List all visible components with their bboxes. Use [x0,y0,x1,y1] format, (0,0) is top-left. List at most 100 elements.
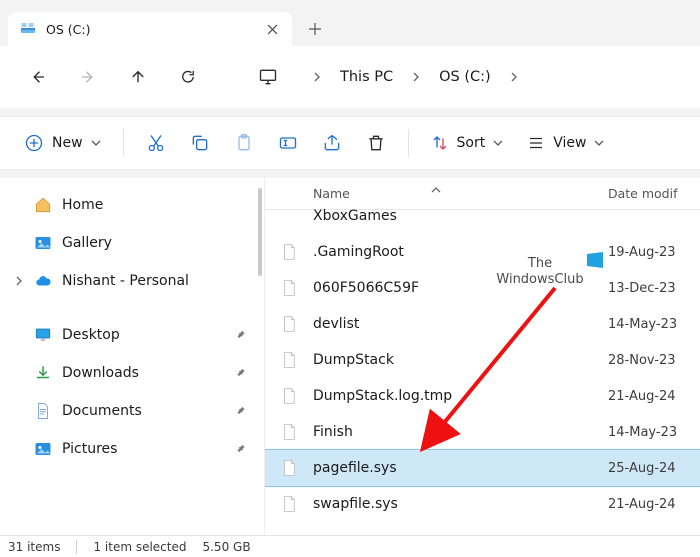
sidebar-item-gallery[interactable]: Gallery [8,224,258,262]
file-icon [265,314,313,334]
sidebar-item-label: Home [62,197,103,213]
rename-button[interactable] [268,123,308,163]
sort-label: Sort [457,135,486,151]
file-row[interactable]: devlist14-May-23 [265,306,700,342]
sidebar-item-documents[interactable]: Documents [8,392,258,430]
file-row[interactable]: pagefile.sys25-Aug-24 [265,450,700,486]
delete-button[interactable] [356,123,396,163]
file-date: 14-May-23 [608,425,700,440]
pin-icon[interactable] [236,329,248,341]
file-date: 14-May-23 [608,317,700,332]
file-date: 13-Dec-23 [608,281,700,296]
download-icon [34,364,52,382]
sidebar-item-pictures[interactable]: Pictures [8,430,258,468]
file-date: 19-Aug-23 [608,245,700,260]
column-date[interactable]: Date modif [608,186,700,201]
cut-button[interactable] [136,123,176,163]
chevron-down-icon [91,138,101,148]
main-content: Home Gallery Nishant - Personal Desktop [0,178,700,535]
breadcrumb-this-pc[interactable]: This PC [334,65,399,89]
breadcrumb-os-c[interactable]: OS (C:) [433,65,497,89]
new-button[interactable]: New [14,123,111,163]
windows-logo-icon [587,252,603,268]
chevron-down-icon [594,138,604,148]
chevron-right-icon[interactable] [405,72,427,82]
navigation-pane: Home Gallery Nishant - Personal Desktop [0,178,265,535]
chevron-down-icon [493,138,503,148]
file-icon [265,386,313,406]
file-rows: XboxGames15-Sep-23.GamingRoot19-Aug-2306… [265,198,700,522]
file-row[interactable]: XboxGames15-Sep-23 [265,198,700,234]
breadcrumb: This PC OS (C:) [306,65,525,89]
pin-icon[interactable] [236,443,248,455]
file-icon [265,458,313,478]
sidebar-item-desktop[interactable]: Desktop [8,316,258,354]
view-button[interactable]: View [517,123,614,163]
file-date: 21-Aug-24 [608,497,700,512]
file-date: 25-Aug-24 [608,461,700,476]
share-button[interactable] [312,123,352,163]
file-row[interactable]: Finish14-May-23 [265,414,700,450]
column-name-label: Name [313,186,350,201]
status-selected: 1 item selected [93,540,186,554]
divider [123,129,124,157]
file-row[interactable]: DumpStack.log.tmp21-Aug-24 [265,378,700,414]
gallery-icon [34,234,52,252]
pin-icon[interactable] [236,405,248,417]
sidebar-item-label: Pictures [62,441,117,457]
sidebar-item-label: Nishant - Personal [62,273,189,289]
sidebar-item-home[interactable]: Home [8,186,258,224]
back-button[interactable] [18,57,58,97]
chevron-right-icon[interactable] [306,72,328,82]
status-size: 5.50 GB [202,540,250,554]
scrollbar-thumb[interactable] [258,188,262,276]
sort-button[interactable]: Sort [421,123,514,163]
status-bar: 31 items 1 item selected 5.50 GB [0,535,700,557]
tab-os-c[interactable]: OS (C:) [8,12,292,46]
column-name[interactable]: Name [265,186,608,201]
paste-button[interactable] [224,123,264,163]
sidebar-item-label: Documents [62,403,142,419]
watermark-line1: The [528,256,552,271]
file-name: swapfile.sys [313,496,608,512]
sidebar-item-downloads[interactable]: Downloads [8,354,258,392]
tab-title: OS (C:) [46,22,254,37]
status-item-count: 31 items [8,540,60,554]
file-row[interactable]: swapfile.sys21-Aug-24 [265,486,700,522]
new-tab-button[interactable] [298,12,332,46]
file-icon [265,422,313,442]
new-label: New [52,135,83,151]
command-bar: New Sort View [0,116,700,170]
chevron-right-icon[interactable] [14,276,24,286]
address-bar: This PC OS (C:) [0,46,700,108]
sort-indicator-icon [431,185,441,195]
divider [76,540,77,554]
close-icon[interactable] [264,21,280,37]
chevron-right-icon[interactable] [503,72,525,82]
copy-button[interactable] [180,123,220,163]
file-name: pagefile.sys [313,460,608,476]
file-name: devlist [313,316,608,332]
pin-icon[interactable] [236,367,248,379]
divider [408,129,409,157]
file-icon [265,242,313,262]
watermark-line2: WindowsClub [496,272,583,287]
plus-circle-icon [24,133,44,153]
file-name: XboxGames [313,208,608,224]
file-name: Finish [313,424,608,440]
file-date: 21-Aug-24 [608,389,700,404]
watermark: The WindowsClub [475,256,605,287]
view-label: View [553,135,586,151]
file-icon [265,494,313,514]
monitor-icon[interactable] [248,57,288,97]
sidebar-item-label: Downloads [62,365,139,381]
sidebar-item-onedrive[interactable]: Nishant - Personal [8,262,258,300]
column-date-label: Date modif [608,186,677,201]
file-row[interactable]: DumpStack28-Nov-23 [265,342,700,378]
forward-button[interactable] [68,57,108,97]
sort-icon [431,134,449,152]
refresh-button[interactable] [168,57,208,97]
file-list-pane: Name Date modif XboxGames15-Sep-23.Gamin… [265,178,700,535]
home-icon [34,196,52,214]
up-button[interactable] [118,57,158,97]
